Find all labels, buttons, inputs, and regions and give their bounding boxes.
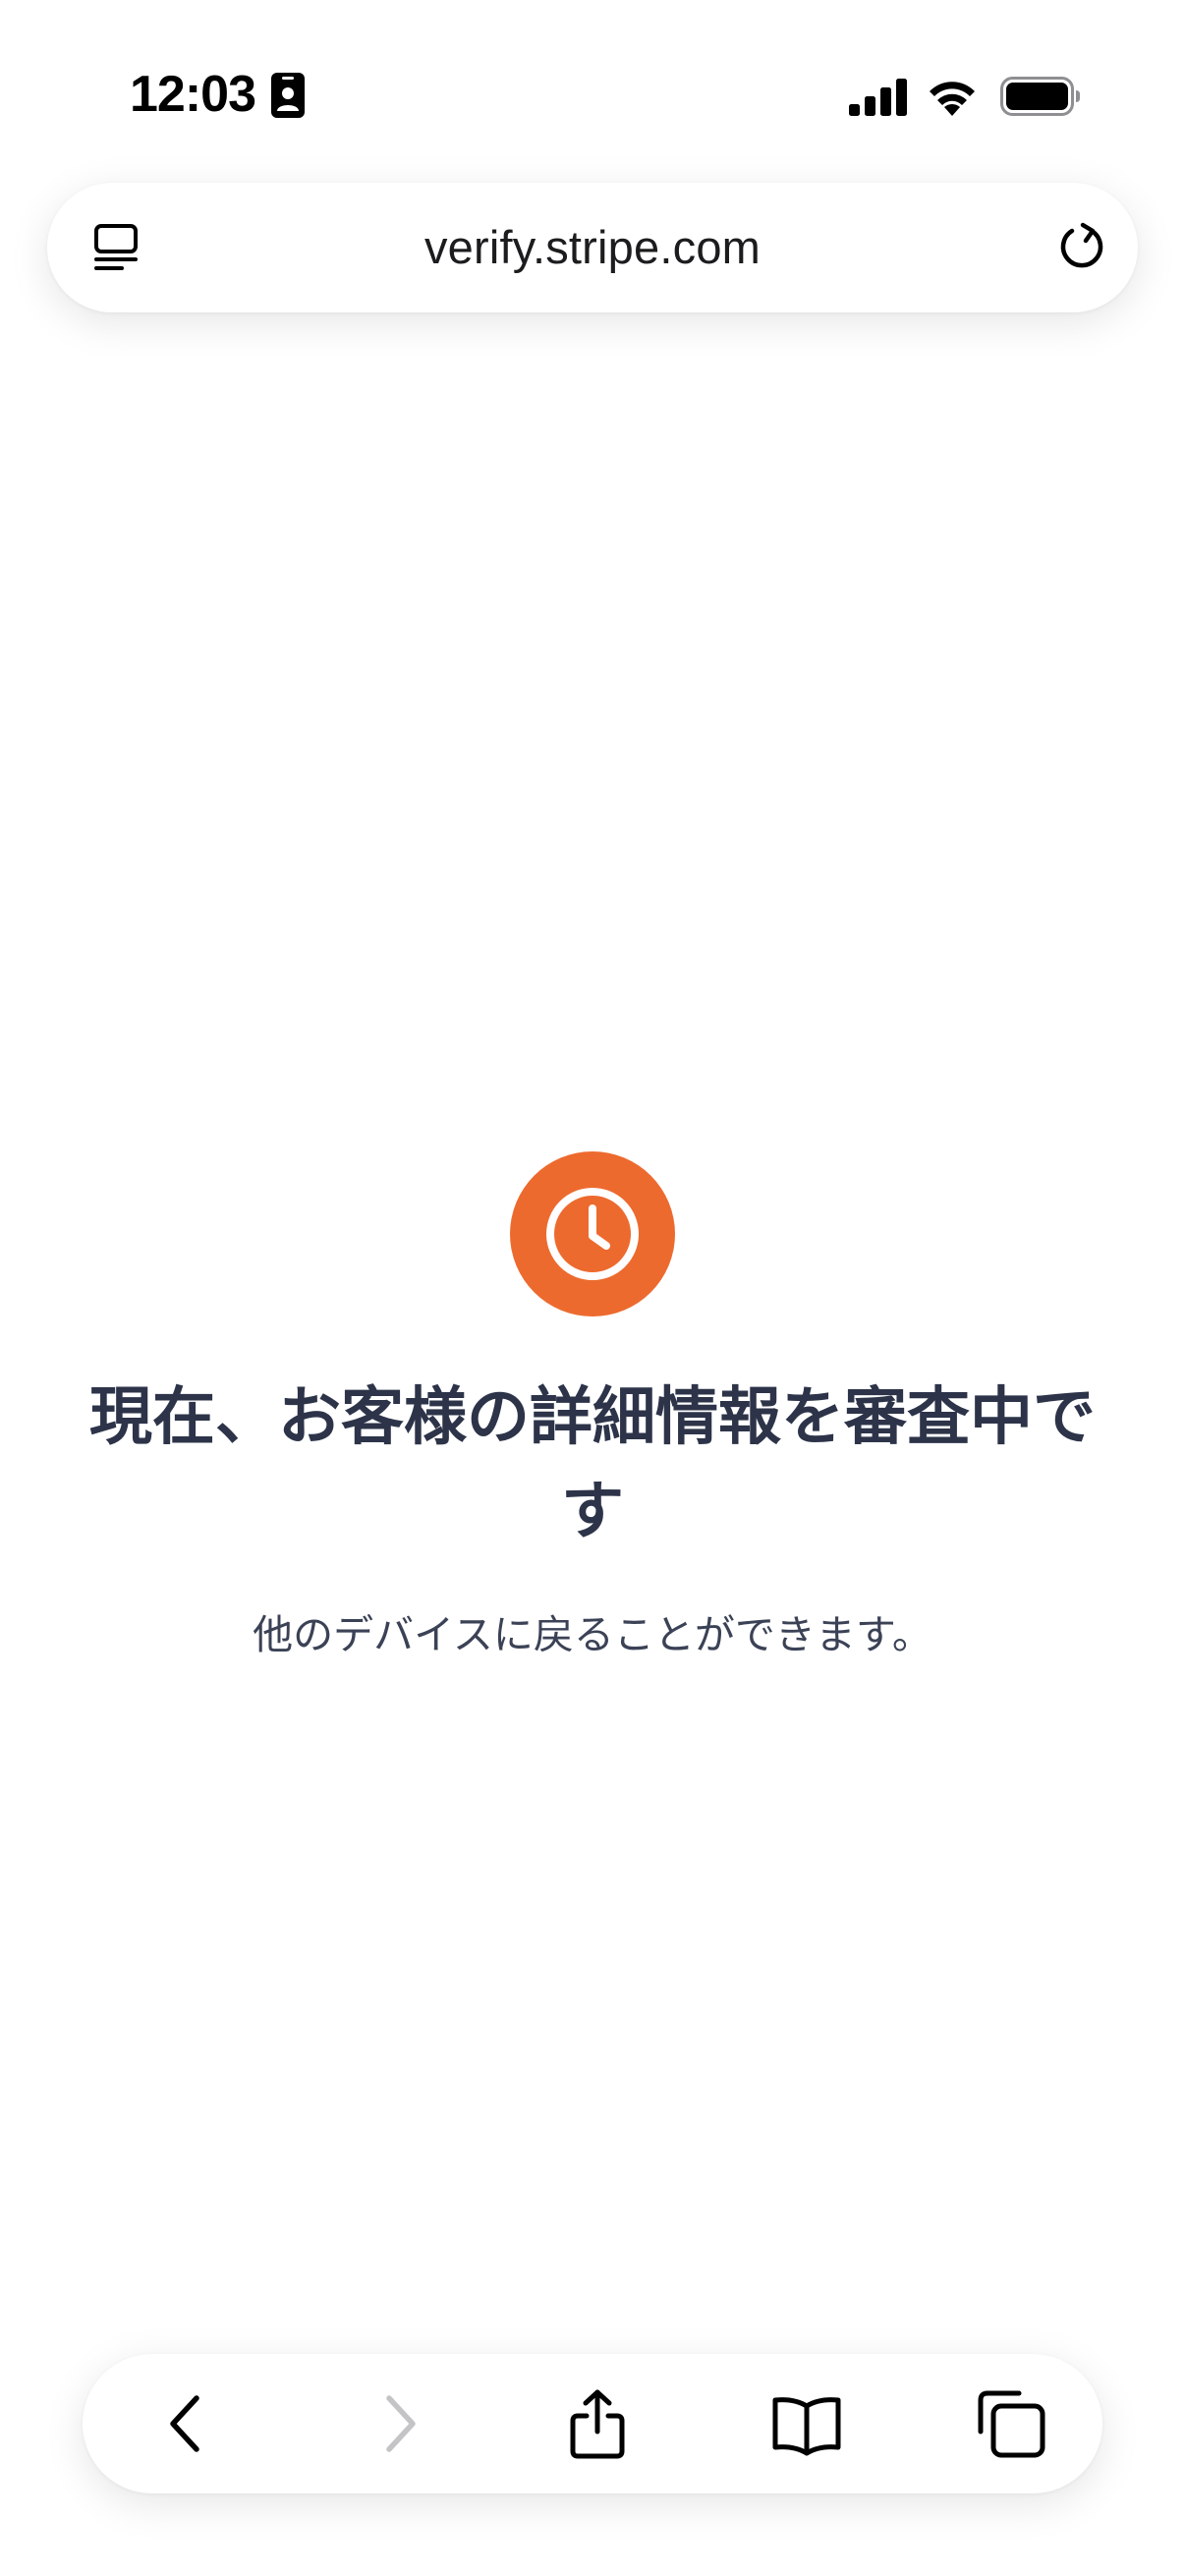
clock-icon <box>546 1188 639 1280</box>
reload-icon[interactable] <box>1053 218 1110 275</box>
cellular-signal-icon <box>849 79 907 116</box>
status-badge <box>510 1151 675 1316</box>
back-chevron-icon <box>170 2395 199 2452</box>
address-bar[interactable]: verify.stripe.com <box>47 183 1138 312</box>
battery-icon <box>1000 77 1080 116</box>
reader-mode-icon[interactable] <box>90 222 141 273</box>
page-title: 現在、お客様の詳細情報を審査中です <box>89 1381 1096 1546</box>
wifi-icon <box>930 82 975 116</box>
tabs-icon <box>978 2390 1045 2458</box>
status-time: 12:03 <box>130 66 256 123</box>
status-bar: 12:03 <box>0 0 1185 177</box>
browser-toolbar <box>83 2354 1102 2493</box>
page-subtitle: 他のデバイスに戻ることができます。 <box>253 1612 932 1657</box>
bookmarks-button[interactable] <box>738 2354 875 2493</box>
forward-chevron-icon <box>386 2395 416 2452</box>
tabs-button[interactable] <box>941 2354 1079 2493</box>
contact-card-icon <box>271 73 305 118</box>
back-button[interactable] <box>118 2354 255 2493</box>
url-text[interactable]: verify.stripe.com <box>175 183 1010 312</box>
share-icon <box>570 2389 625 2459</box>
phone-screen: 12:03 verify.stripe.com 現在、お客様の詳細情報を審査中で… <box>0 0 1185 2576</box>
bookmarks-book-icon <box>772 2397 841 2456</box>
share-button[interactable] <box>529 2354 666 2493</box>
forward-button[interactable] <box>330 2354 468 2493</box>
